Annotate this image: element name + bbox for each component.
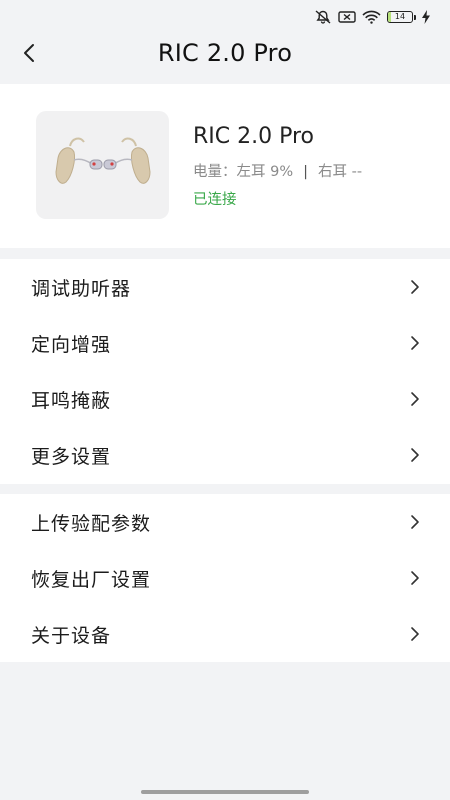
menu-item-label: 调试助听器 xyxy=(31,277,132,300)
left-ear-battery: 左耳 9% xyxy=(236,164,294,180)
menu-item-label: 上传验配参数 xyxy=(31,512,152,535)
menu-item-fitting[interactable]: 调试助听器 xyxy=(0,259,450,315)
menu-item-upload-params[interactable]: 上传验配参数 xyxy=(0,494,450,550)
chevron-right-icon xyxy=(411,336,419,350)
page-title: RIC 2.0 Pro xyxy=(157,39,293,67)
menu-item-label: 关于设备 xyxy=(31,624,112,647)
chevron-right-icon xyxy=(411,627,419,641)
charging-icon xyxy=(422,10,430,24)
wifi-icon xyxy=(362,10,381,24)
chevron-right-icon xyxy=(411,392,419,406)
home-indicator[interactable] xyxy=(141,790,309,794)
menu-group-device: 上传验配参数 恢复出厂设置 关于设备 xyxy=(0,494,450,662)
app-header: RIC 2.0 Pro xyxy=(0,30,450,76)
chevron-right-icon xyxy=(411,280,419,294)
menu-item-label: 耳鸣掩蔽 xyxy=(31,389,112,412)
separator: | xyxy=(303,164,309,180)
right-ear-battery: 右耳 -- xyxy=(318,164,363,180)
battery-status: 电量：左耳 9% | 右耳 -- xyxy=(193,160,362,181)
battery-label: 电量： xyxy=(193,164,237,180)
menu-group-settings: 调试助听器 定向增强 耳鸣掩蔽 更多设置 xyxy=(0,259,450,484)
chevron-right-icon xyxy=(411,448,419,462)
hearing-aid-image xyxy=(36,111,169,219)
menu-item-more-settings[interactable]: 更多设置 xyxy=(0,427,450,483)
menu-item-label: 定向增强 xyxy=(31,333,112,356)
battery-level: 14 xyxy=(394,12,406,21)
battery-icon: 14 xyxy=(387,11,416,23)
device-name: RIC 2.0 Pro xyxy=(193,124,315,149)
menu-item-label: 恢复出厂设置 xyxy=(31,568,152,591)
chevron-left-icon xyxy=(24,44,34,62)
menu-item-about-device[interactable]: 关于设备 xyxy=(0,606,450,662)
device-card: RIC 2.0 Pro 电量：左耳 9% | 右耳 -- 已连接 xyxy=(0,84,450,248)
menu-item-label: 更多设置 xyxy=(31,445,112,468)
menu-item-directional[interactable]: 定向增强 xyxy=(0,315,450,371)
sim-off-icon xyxy=(338,10,356,24)
status-bar: 14 xyxy=(0,0,450,34)
mute-icon xyxy=(314,10,332,24)
back-button[interactable] xyxy=(14,38,44,68)
chevron-right-icon xyxy=(411,515,419,529)
connection-status: 已连接 xyxy=(193,192,237,208)
menu-item-factory-reset[interactable]: 恢复出厂设置 xyxy=(0,550,450,606)
menu-item-tinnitus[interactable]: 耳鸣掩蔽 xyxy=(0,371,450,427)
chevron-right-icon xyxy=(411,571,419,585)
